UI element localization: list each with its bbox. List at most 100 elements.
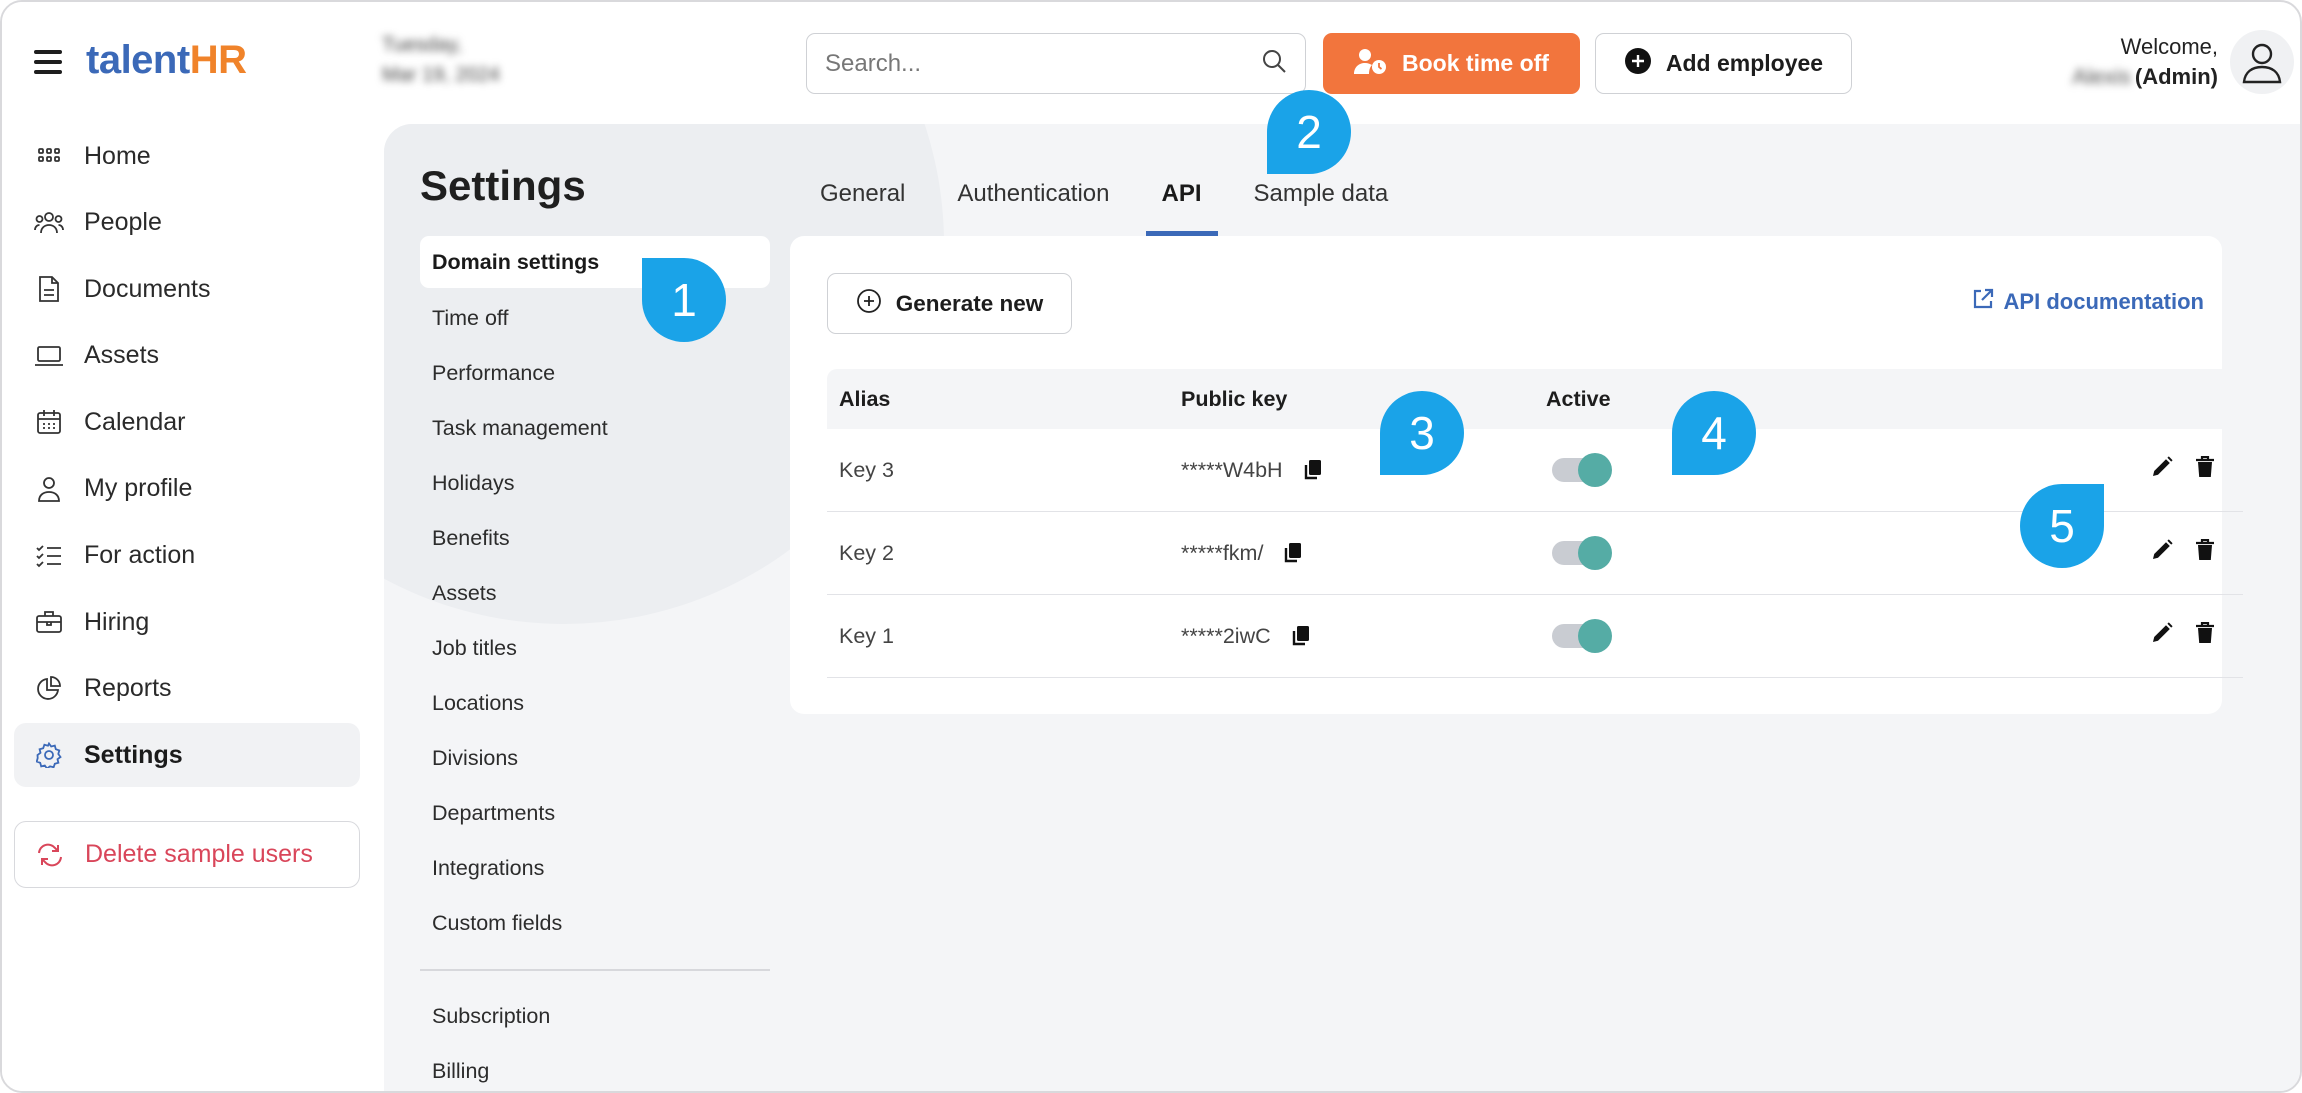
toggle-knob <box>1578 619 1612 653</box>
hamburger-menu-icon[interactable] <box>34 50 62 74</box>
callout-number: 4 <box>1701 407 1727 459</box>
tab-general[interactable]: General <box>804 180 921 236</box>
callout-2: 2 <box>1267 90 1351 174</box>
alias-cell: Key 3 <box>839 457 894 482</box>
alias-cell: Key 1 <box>839 623 894 648</box>
public-key-cell: *****fkm/ <box>1181 540 1264 565</box>
tab-authentication[interactable]: Authentication <box>941 180 1125 236</box>
subnav-holidays[interactable]: Holidays <box>420 456 770 511</box>
search-input[interactable] <box>825 49 1261 78</box>
subnav-benefits[interactable]: Benefits <box>420 511 770 566</box>
sidebar-item-reports[interactable]: Reports <box>14 657 360 721</box>
edit-icon[interactable] <box>2151 622 2173 650</box>
logo[interactable]: talentHR <box>86 38 247 83</box>
logo-text: talent <box>86 38 190 82</box>
sidebar-item-label: Assets <box>84 341 160 370</box>
table-header: Alias Public key Active <box>827 369 2243 429</box>
welcome-text: Welcome, Alexis (Admin) <box>2052 32 2218 92</box>
delete-sample-users-button[interactable]: Delete sample users <box>14 821 360 888</box>
gear-icon <box>34 740 64 770</box>
sidebar-item-calendar[interactable]: Calendar <box>14 390 360 454</box>
sidebar-item-home[interactable]: Home <box>14 124 360 188</box>
sidebar-item-people[interactable]: People <box>14 191 360 255</box>
sidebar-item-label: Reports <box>84 674 172 703</box>
sidebar-item-for-action[interactable]: For action <box>14 524 360 588</box>
sidebar-item-label: Hiring <box>84 607 150 636</box>
sidebar-item-label: Calendar <box>84 407 186 436</box>
avatar[interactable] <box>2230 30 2294 94</box>
tab-api[interactable]: API <box>1145 180 1218 236</box>
copy-icon[interactable] <box>1291 625 1311 647</box>
active-toggle[interactable] <box>1552 453 1612 487</box>
date-full: Mar 19, 2024 <box>382 64 500 86</box>
table-row: Key 1 *****2iwC <box>827 595 2243 678</box>
sidebar-item-hiring[interactable]: Hiring <box>14 590 360 654</box>
callout-number: 3 <box>1409 407 1435 459</box>
sidebar-item-assets[interactable]: Assets <box>14 324 360 388</box>
copy-icon[interactable] <box>1303 459 1323 481</box>
user-clock-icon <box>1354 47 1388 81</box>
settings-tabs: General Authentication API Sample data <box>804 180 1424 236</box>
subnav-divisions[interactable]: Divisions <box>420 731 770 786</box>
trash-icon[interactable] <box>2195 455 2215 484</box>
api-documentation-link[interactable]: API documentation <box>1972 288 2204 316</box>
edit-icon[interactable] <box>2151 539 2173 567</box>
add-employee-label: Add employee <box>1665 50 1824 76</box>
external-link-icon <box>1972 288 1994 316</box>
laptop-icon <box>34 341 64 371</box>
document-icon <box>34 274 64 304</box>
settings-subnav: Domain settings Time off Performance Tas… <box>420 236 770 1092</box>
trash-icon[interactable] <box>2195 621 2215 650</box>
plus-circle-outline-icon <box>856 288 882 320</box>
logo-accent: HR <box>189 38 247 82</box>
add-employee-button[interactable]: Add employee <box>1595 33 1852 94</box>
subnav-job-titles[interactable]: Job titles <box>420 621 770 676</box>
sidebar-item-documents[interactable]: Documents <box>14 257 360 321</box>
welcome-label: Welcome, <box>2120 34 2218 59</box>
column-public-key: Public key <box>1181 386 1288 411</box>
tab-sample-data[interactable]: Sample data <box>1238 180 1405 236</box>
active-toggle[interactable] <box>1552 536 1612 570</box>
callout-number: 5 <box>2049 500 2075 552</box>
search-icon[interactable] <box>1261 48 1287 79</box>
subnav-custom-fields[interactable]: Custom fields <box>420 896 770 951</box>
subnav-subscription[interactable]: Subscription <box>420 989 770 1044</box>
refresh-icon <box>35 840 65 870</box>
copy-icon[interactable] <box>1283 542 1303 564</box>
subnav-integrations[interactable]: Integrations <box>420 841 770 896</box>
active-toggle[interactable] <box>1552 619 1612 653</box>
trash-icon[interactable] <box>2195 538 2215 567</box>
generate-new-label: Generate new <box>895 290 1044 316</box>
user-avatar-icon <box>2242 43 2282 84</box>
toggle-knob <box>1578 536 1612 570</box>
sidebar: talentHR Home People Documents Assets Ca… <box>2 2 374 1091</box>
sidebar-item-label: Home <box>84 141 151 170</box>
subnav-locations[interactable]: Locations <box>420 676 770 731</box>
book-time-off-button[interactable]: Book time off <box>1323 33 1580 94</box>
user-name: Alexis <box>2072 64 2131 89</box>
subnav-performance[interactable]: Performance <box>420 346 770 401</box>
subnav-assets[interactable]: Assets <box>420 566 770 621</box>
toggle-knob <box>1578 453 1612 487</box>
callout-5: 5 <box>2020 484 2104 568</box>
subnav-departments[interactable]: Departments <box>420 786 770 841</box>
people-icon <box>34 208 64 238</box>
grid-icon <box>34 141 64 171</box>
book-time-off-label: Book time off <box>1402 50 1549 76</box>
alias-cell: Key 2 <box>839 540 894 565</box>
pie-chart-icon <box>34 674 64 704</box>
edit-icon[interactable] <box>2151 456 2173 484</box>
generate-new-button[interactable]: Generate new <box>827 273 1072 334</box>
column-alias: Alias <box>839 386 891 411</box>
sidebar-item-label: People <box>84 208 162 237</box>
user-icon <box>34 474 64 504</box>
sidebar-item-my-profile[interactable]: My profile <box>14 457 360 521</box>
search-box[interactable] <box>806 33 1306 94</box>
callout-3: 3 <box>1380 391 1464 475</box>
sidebar-item-label: For action <box>84 541 196 570</box>
sidebar-item-settings[interactable]: Settings <box>14 723 360 788</box>
subnav-billing[interactable]: Billing <box>420 1044 770 1092</box>
calendar-icon <box>34 407 64 437</box>
subnav-task-management[interactable]: Task management <box>420 401 770 456</box>
delete-sample-label: Delete sample users <box>85 840 313 868</box>
